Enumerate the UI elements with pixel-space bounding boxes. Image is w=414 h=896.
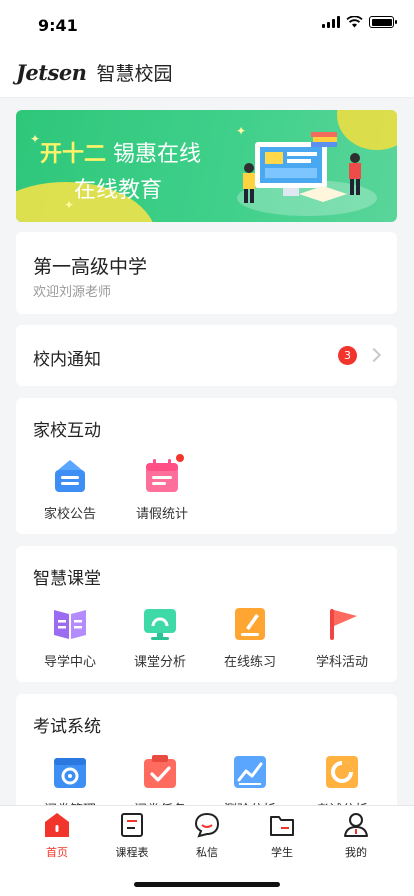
home-icon bbox=[44, 812, 70, 838]
tab-profile[interactable]: 我的 bbox=[321, 812, 391, 860]
home-school-announcement-item[interactable]: 家校公告 bbox=[30, 458, 110, 522]
announcement-icon bbox=[52, 458, 88, 494]
status-icons bbox=[322, 16, 397, 28]
smart-classroom-section: 智慧课堂 导学中心 课堂分析 在线练习 学科活动 bbox=[16, 546, 397, 682]
sparkle-icon: ✦ bbox=[64, 198, 75, 212]
cellular-signal-icon bbox=[322, 16, 340, 28]
notice-count-badge: 3 bbox=[338, 346, 357, 365]
unread-dot bbox=[176, 454, 184, 462]
tab-home[interactable]: 首页 bbox=[22, 812, 92, 860]
notice-label: 校内通知 bbox=[33, 350, 101, 370]
schedule-icon bbox=[119, 812, 145, 838]
flag-icon bbox=[324, 606, 360, 642]
school-notice-row[interactable]: 校内通知 3 bbox=[16, 325, 397, 386]
tab-schedule-label: 课程表 bbox=[115, 846, 149, 859]
status-bar: 9:41 bbox=[0, 0, 414, 48]
online-practice-item[interactable]: 在线练习 bbox=[210, 606, 290, 670]
wifi-icon bbox=[346, 16, 363, 28]
tab-messages[interactable]: 私信 bbox=[172, 812, 242, 860]
section-title: 家校互动 bbox=[33, 421, 101, 441]
tab-profile-label: 我的 bbox=[345, 846, 367, 859]
section-title: 考试系统 bbox=[33, 717, 101, 737]
banner-headline: 开十二 锡惠在线 bbox=[40, 136, 201, 168]
online-education-illustration bbox=[237, 132, 377, 216]
pie-chart-icon bbox=[324, 754, 360, 790]
home-school-section: 家校互动 家校公告 请假统计 bbox=[16, 398, 397, 534]
status-time: 9:41 bbox=[38, 16, 78, 35]
subject-activity-label: 学科活动 bbox=[315, 655, 368, 670]
battery-icon bbox=[369, 16, 397, 28]
monitor-icon bbox=[142, 606, 178, 642]
subject-activity-item[interactable]: 学科活动 bbox=[302, 606, 382, 670]
online-practice-label: 在线练习 bbox=[223, 655, 276, 670]
tab-students-label: 学生 bbox=[271, 846, 293, 859]
brand-logo: Jetsen bbox=[16, 60, 87, 85]
banner-headline-rest: 锡惠在线 bbox=[106, 142, 202, 167]
book-icon bbox=[52, 606, 88, 642]
study-guide-center-item[interactable]: 导学中心 bbox=[30, 606, 110, 670]
tab-messages-label: 私信 bbox=[196, 846, 218, 859]
checklist-icon bbox=[142, 754, 178, 790]
line-chart-icon bbox=[232, 754, 268, 790]
chevron-right-icon bbox=[366, 347, 382, 363]
study-guide-center-label: 导学中心 bbox=[43, 655, 96, 670]
tab-home-label: 首页 bbox=[46, 846, 68, 859]
banner-highlight: 开十二 bbox=[40, 142, 107, 167]
home-school-announcement-label: 家校公告 bbox=[43, 507, 96, 522]
classroom-analysis-item[interactable]: 课堂分析 bbox=[120, 606, 200, 670]
section-title: 智慧课堂 bbox=[33, 569, 101, 589]
school-name: 第一高级中学 bbox=[33, 256, 148, 278]
banner-subline: 在线教育 bbox=[74, 178, 163, 203]
welcome-text: 欢迎刘源老师 bbox=[33, 285, 112, 300]
folder-icon bbox=[269, 812, 295, 838]
school-card: 第一高级中学 欢迎刘源老师 bbox=[16, 232, 397, 314]
app-title: 智慧校园 bbox=[96, 63, 173, 85]
leave-statistics-item[interactable]: 请假统计 bbox=[122, 454, 202, 522]
calendar-icon bbox=[144, 454, 184, 494]
promo-banner[interactable]: ✦ ✦ ✦ 开十二 锡惠在线 在线教育 bbox=[16, 110, 397, 222]
tab-schedule[interactable]: 课程表 bbox=[97, 812, 167, 860]
pencil-icon bbox=[232, 606, 268, 642]
tab-students[interactable]: 学生 bbox=[247, 812, 317, 860]
leave-statistics-label: 请假统计 bbox=[135, 507, 188, 522]
home-indicator bbox=[134, 882, 280, 887]
sparkle-icon: ✦ bbox=[30, 132, 41, 146]
profile-icon bbox=[343, 812, 369, 838]
message-icon bbox=[194, 812, 220, 838]
app-header: Jetsen 智慧校园 bbox=[0, 48, 414, 98]
settings-box-icon bbox=[52, 754, 88, 790]
classroom-analysis-label: 课堂分析 bbox=[133, 655, 186, 670]
